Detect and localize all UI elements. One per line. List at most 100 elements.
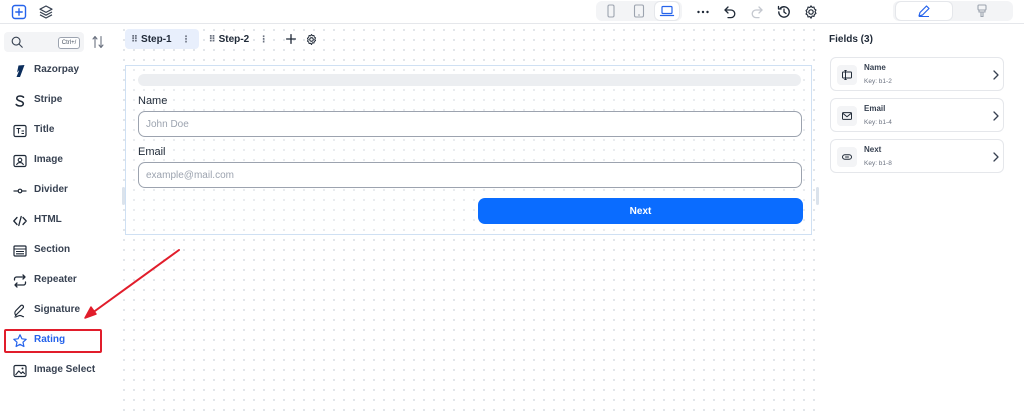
field-key: Key: b1-8: [864, 160, 892, 167]
button-icon: [842, 154, 852, 160]
add-block-button[interactable]: [10, 3, 28, 21]
sidebar-item-divider[interactable]: Divider: [4, 179, 102, 203]
plus-square-icon: [11, 4, 27, 20]
code-icon: [13, 215, 27, 227]
sidebar-item-label: Rating: [34, 334, 66, 345]
top-toolbar: [0, 0, 1024, 24]
title-icon: [13, 124, 27, 138]
email-input[interactable]: [138, 162, 802, 188]
field-name: Next: [864, 145, 882, 154]
sidebar-item-stripe[interactable]: Stripe: [4, 89, 102, 113]
layers-icon: [39, 5, 53, 19]
image-select-icon: [13, 364, 27, 378]
history-button[interactable]: [775, 3, 793, 21]
sidebar-item-image-select[interactable]: Image Select: [4, 359, 102, 383]
sidebar-item-label: Image: [34, 154, 63, 165]
mail-icon: [842, 112, 852, 120]
style-mode-button[interactable]: [954, 2, 1010, 20]
tab-label: Step-1: [141, 33, 172, 45]
sidebar-item-section[interactable]: Section: [4, 239, 102, 263]
paint-icon: [977, 4, 987, 18]
email-field-label: Email: [138, 146, 166, 158]
sidebar-item-label: Divider: [34, 184, 68, 195]
laptop-view-button[interactable]: [655, 2, 679, 20]
more-icon: [697, 10, 709, 14]
sidebar-item-label: Image Select: [34, 364, 96, 375]
laptop-icon: [659, 5, 675, 17]
sidebar-item-image[interactable]: Image: [4, 149, 102, 173]
undo-icon: [724, 6, 736, 19]
signature-icon: [14, 304, 25, 318]
sidebar-item-label: Repeater: [34, 274, 77, 285]
next-button[interactable]: Next: [478, 198, 803, 224]
text-field-icon: [842, 70, 852, 80]
redo-icon: [751, 6, 763, 19]
left-resize-handle[interactable]: [122, 187, 125, 205]
fields-panel: Fields (3) Name Key: b1-2 Email Key: b1-…: [820, 25, 1024, 419]
chevron-right-icon: [993, 111, 999, 121]
sidebar-item-razorpay[interactable]: Razorpay: [4, 59, 102, 83]
right-resize-handle[interactable]: [816, 187, 819, 205]
name-input[interactable]: [138, 111, 802, 137]
chevron-right-icon: [993, 70, 999, 80]
edit-icon: [918, 5, 930, 17]
star-icon: [13, 334, 27, 348]
field-card-email[interactable]: Email Key: b1-4: [830, 98, 1004, 132]
sidebar-item-label: Stripe: [34, 94, 63, 105]
repeat-icon: [13, 274, 27, 288]
form-container[interactable]: Name Email Next: [125, 65, 812, 235]
field-type-badge: [837, 65, 857, 85]
sidebar-item-signature[interactable]: Signature: [4, 299, 102, 323]
razorpay-icon: [16, 65, 25, 77]
device-switcher: [596, 1, 682, 21]
mobile-icon: [607, 4, 615, 18]
mobile-view-button[interactable]: [599, 2, 623, 20]
sidebar-item-label: Section: [34, 244, 71, 255]
layers-button[interactable]: [37, 3, 55, 21]
step-tabs: ⠿ Step-1 ⋮ ⠿ Step-2 ⋮: [125, 29, 320, 49]
tab-menu-icon[interactable]: ⋮: [182, 34, 191, 45]
sort-button[interactable]: [90, 34, 106, 50]
add-step-button[interactable]: [282, 30, 300, 48]
sidebar-item-rating[interactable]: Rating: [4, 329, 102, 353]
tablet-icon: [633, 4, 645, 18]
shortcut-badge: Ctrl+/: [58, 37, 80, 49]
drag-handle-icon[interactable]: ⠿: [131, 34, 138, 45]
gear-icon: [306, 33, 316, 45]
divider-icon: [13, 188, 27, 194]
field-card-next[interactable]: Next Key: b1-8: [830, 139, 1004, 173]
sidebar-item-html[interactable]: HTML: [4, 209, 102, 233]
sort-icon: [92, 35, 104, 49]
search-icon: [11, 36, 23, 48]
name-field-label: Name: [138, 95, 168, 107]
history-icon: [777, 5, 790, 18]
redo-button[interactable]: [748, 3, 766, 21]
field-name: Name: [864, 63, 886, 72]
tab-step-1[interactable]: ⠿ Step-1 ⋮: [125, 29, 199, 49]
sidebar-item-title[interactable]: Title: [4, 119, 102, 143]
tablet-view-button[interactable]: [627, 2, 651, 20]
step-settings-button[interactable]: [302, 30, 320, 48]
form-header-bar: [138, 74, 801, 86]
field-key: Key: b1-2: [864, 78, 892, 85]
field-type-badge: [837, 147, 857, 167]
edit-mode-button[interactable]: [896, 2, 952, 20]
field-type-badge: [837, 106, 857, 126]
field-name: Email: [864, 104, 886, 113]
drag-handle-icon[interactable]: ⠿: [209, 34, 216, 45]
sidebar-item-label: Razorpay: [34, 64, 80, 75]
plus-icon: [286, 33, 297, 45]
undo-button[interactable]: [721, 3, 739, 21]
form-canvas: ⠿ Step-1 ⋮ ⠿ Step-2 ⋮ Name Email Next: [119, 25, 819, 419]
tab-menu-icon[interactable]: ⋮: [259, 34, 268, 45]
settings-button[interactable]: [802, 3, 820, 21]
sidebar-item-label: HTML: [34, 214, 62, 225]
gear-icon: [805, 5, 817, 19]
field-card-name[interactable]: Name Key: b1-2: [830, 57, 1004, 91]
sidebar-item-label: Title: [34, 124, 55, 135]
blocks-sidebar: Ctrl+/ Razorpay Stripe Title Image Divid…: [0, 25, 118, 419]
sidebar-item-repeater[interactable]: Repeater: [4, 269, 102, 293]
tab-step-2[interactable]: ⠿ Step-2 ⋮: [203, 29, 277, 49]
section-icon: [13, 245, 27, 257]
more-options-button[interactable]: [694, 3, 712, 21]
